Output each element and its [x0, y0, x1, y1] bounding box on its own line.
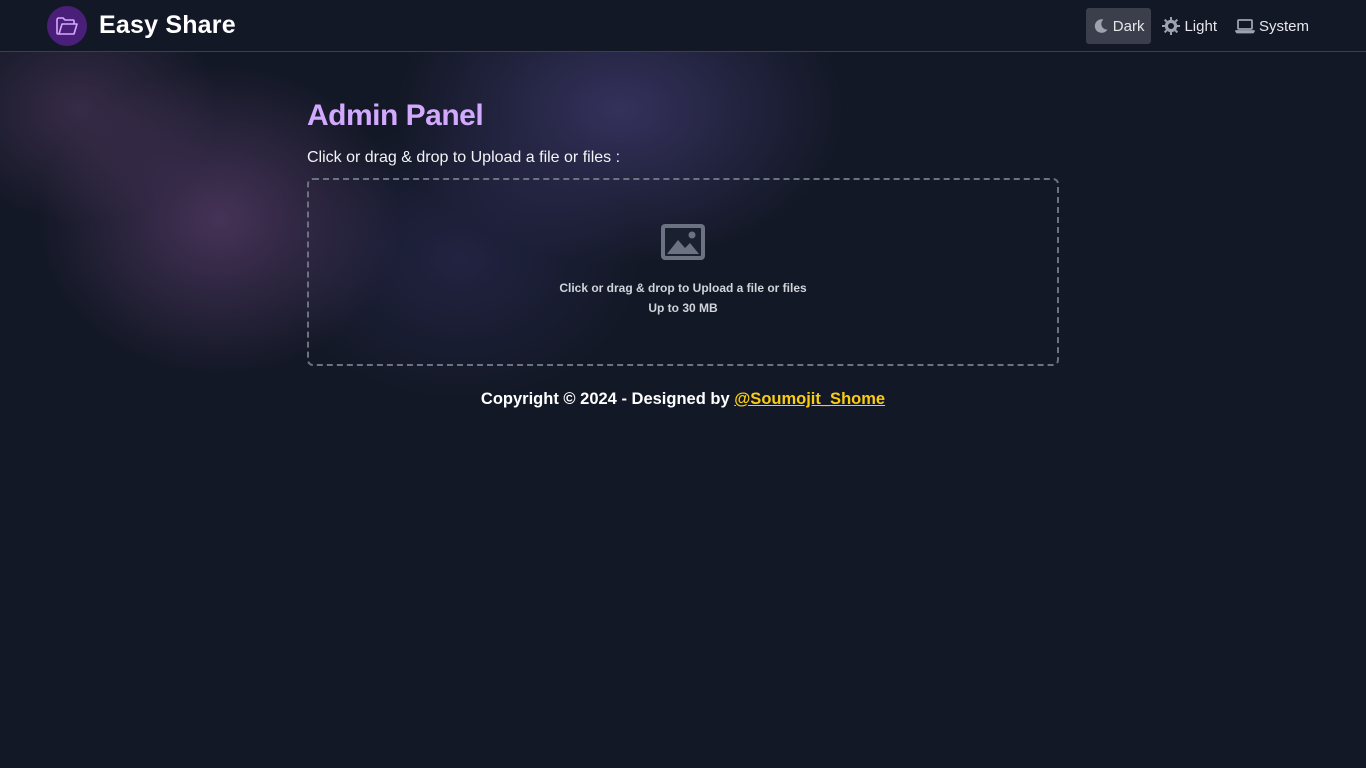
dropzone-text: Click or drag & drop to Upload a file or… [559, 278, 806, 318]
page-title: Admin Panel [307, 99, 484, 132]
theme-light-label: Light [1184, 17, 1217, 35]
author-link[interactable]: @Soumojit_Shome [734, 390, 885, 408]
footer: Copyright © 2024 - Designed by @Soumojit… [0, 390, 1366, 409]
theme-light-button[interactable]: Light [1155, 8, 1224, 44]
image-icon [661, 224, 705, 260]
folder-icon [56, 17, 78, 35]
theme-system-label: System [1258, 17, 1309, 35]
dropzone-primary-text: Click or drag & drop to Upload a file or… [559, 281, 807, 295]
navbar: Easy Share Dark Light System [0, 0, 1366, 52]
upload-label: Click or drag & drop to Upload a file or… [307, 149, 621, 166]
theme-system-button[interactable]: System [1228, 8, 1316, 44]
sun-icon [1162, 17, 1181, 35]
theme-dark-label: Dark [1112, 17, 1145, 35]
theme-switcher: Dark Light System [1085, 8, 1316, 44]
dropzone-size-limit: Up to 30 MB [648, 301, 718, 315]
file-dropzone[interactable]: Click or drag & drop to Upload a file or… [307, 178, 1059, 366]
theme-dark-button[interactable]: Dark [1085, 8, 1152, 44]
app-name[interactable]: Easy Share [99, 11, 236, 40]
copyright-text: Copyright © 2024 - Designed by [480, 390, 735, 408]
moon-icon [1094, 19, 1108, 33]
app-logo[interactable] [47, 6, 87, 46]
main-content: Admin Panel Click or drag & drop to Uplo… [307, 96, 1059, 366]
laptop-icon [1235, 19, 1255, 34]
